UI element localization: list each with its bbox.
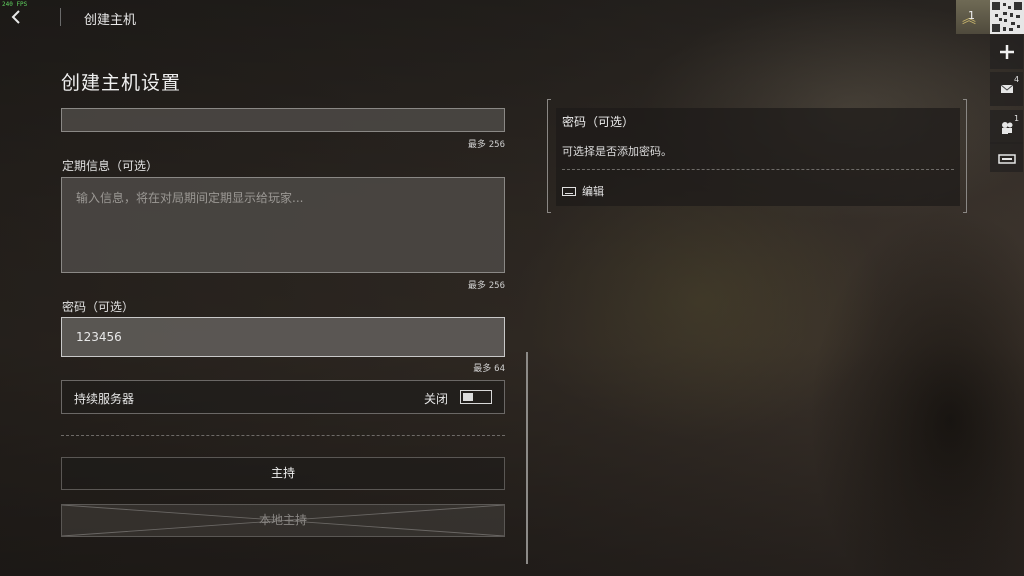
back-button[interactable]: [8, 8, 26, 26]
password-value: 123456: [76, 330, 122, 344]
persistent-server-label: 持续服务器: [74, 392, 135, 406]
password-char-limit: 最多 64: [473, 364, 505, 374]
mail-badge: 4: [1014, 75, 1020, 84]
host-button[interactable]: 主持: [61, 457, 505, 490]
keyboard-button[interactable]: [990, 142, 1023, 172]
plus-icon: [1000, 45, 1014, 59]
info-panel-description: 可选择是否添加密码。: [562, 145, 672, 158]
password-label: 密码（可选）: [62, 300, 135, 314]
message-label: 定期信息（可选）: [62, 159, 159, 173]
toggle-knob: [463, 393, 473, 401]
rank-number: 1: [968, 9, 975, 22]
info-panel-divider: [562, 169, 954, 170]
party-badge: 1: [1014, 114, 1020, 123]
message-placeholder: 输入信息，将在对局期间定期显示给玩家...: [76, 191, 304, 205]
info-panel-bracket-right: [963, 99, 967, 213]
chevron-left-icon: [11, 10, 20, 24]
message-char-limit: 最多 256: [467, 281, 505, 291]
persistent-server-row[interactable]: 持续服务器 关闭: [61, 380, 505, 414]
fps-counter: 240 FPS: [2, 1, 28, 8]
edit-button[interactable]: 编辑: [562, 183, 604, 199]
password-input[interactable]: 123456: [61, 317, 505, 357]
section-divider: [61, 435, 505, 436]
info-panel-bracket-left: [547, 99, 551, 213]
info-panel-title: 密码（可选）: [562, 115, 635, 129]
edit-label: 编辑: [582, 185, 604, 198]
local-host-label: 本地主持: [258, 513, 307, 527]
keyboard-icon: [562, 186, 576, 196]
persistent-server-toggle[interactable]: [460, 390, 492, 404]
message-textarea[interactable]: 输入信息，将在对局期间定期显示给玩家...: [61, 177, 505, 273]
server-name-char-limit: 最多 256: [467, 140, 505, 150]
header-title: 创建主机: [84, 13, 137, 28]
persistent-server-state: 关闭: [423, 392, 448, 406]
form-scrollbar[interactable]: [526, 352, 528, 564]
qr-code-icon[interactable]: [990, 0, 1024, 34]
qr-pattern: [990, 0, 1024, 34]
page-title: 创建主机设置: [61, 72, 182, 94]
header-divider: [60, 8, 61, 26]
server-name-input[interactable]: [61, 108, 505, 132]
keyboard-icon: [998, 154, 1016, 164]
add-button[interactable]: [990, 35, 1023, 69]
local-host-button: 本地主持: [61, 504, 505, 537]
